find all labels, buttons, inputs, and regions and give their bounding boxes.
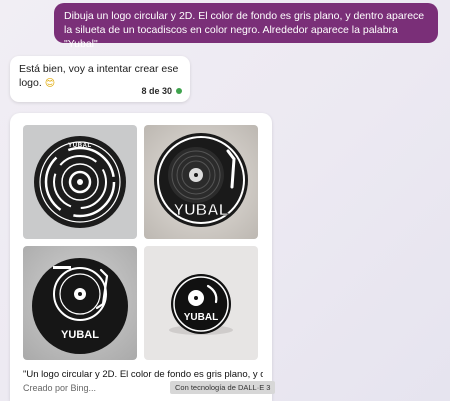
generated-image-2[interactable]: YUBAL — [144, 125, 258, 239]
generated-image-4[interactable]: YUBAL — [144, 246, 258, 360]
image-4-label: YUBAL — [184, 312, 218, 323]
turn-counter: 8 de 30 — [141, 86, 182, 96]
disc-logo-icon: YUBAL — [144, 246, 258, 360]
user-message-text: Dibuja un logo circular y 2D. El color d… — [64, 10, 425, 50]
bot-message-bubble: Está bien, voy a intentar crear ese logo… — [10, 56, 190, 102]
image-caption[interactable]: "Un logo circular y 2D. El color de fond… — [23, 369, 263, 380]
creator-credit: Creado por Bing... — [23, 383, 97, 393]
image-1-label: YUBAL — [68, 143, 92, 149]
user-message-bubble: Dibuja un logo circular y 2D. El color d… — [54, 3, 438, 50]
record-logo-icon: YUBAL — [23, 125, 137, 239]
generated-image-1[interactable]: YUBAL — [23, 125, 137, 239]
image-3-label: YUBAL — [61, 329, 99, 341]
smile-emoji-icon: 😊 — [44, 78, 56, 89]
image-result-card: YUBAL YUBAL YUBAL YUBAL "Un logo circula… — [10, 113, 276, 401]
vinyl-logo-icon: YUBAL — [144, 125, 258, 239]
powered-by-badge: Con tecnología de DALL·E 3 — [170, 381, 276, 394]
status-dot-icon — [176, 88, 182, 94]
turntable-logo-icon: YUBAL — [23, 246, 137, 360]
image-2-label: YUBAL — [173, 202, 228, 219]
generated-image-3[interactable]: YUBAL — [23, 246, 137, 360]
turn-counter-text: 8 de 30 — [141, 86, 172, 96]
